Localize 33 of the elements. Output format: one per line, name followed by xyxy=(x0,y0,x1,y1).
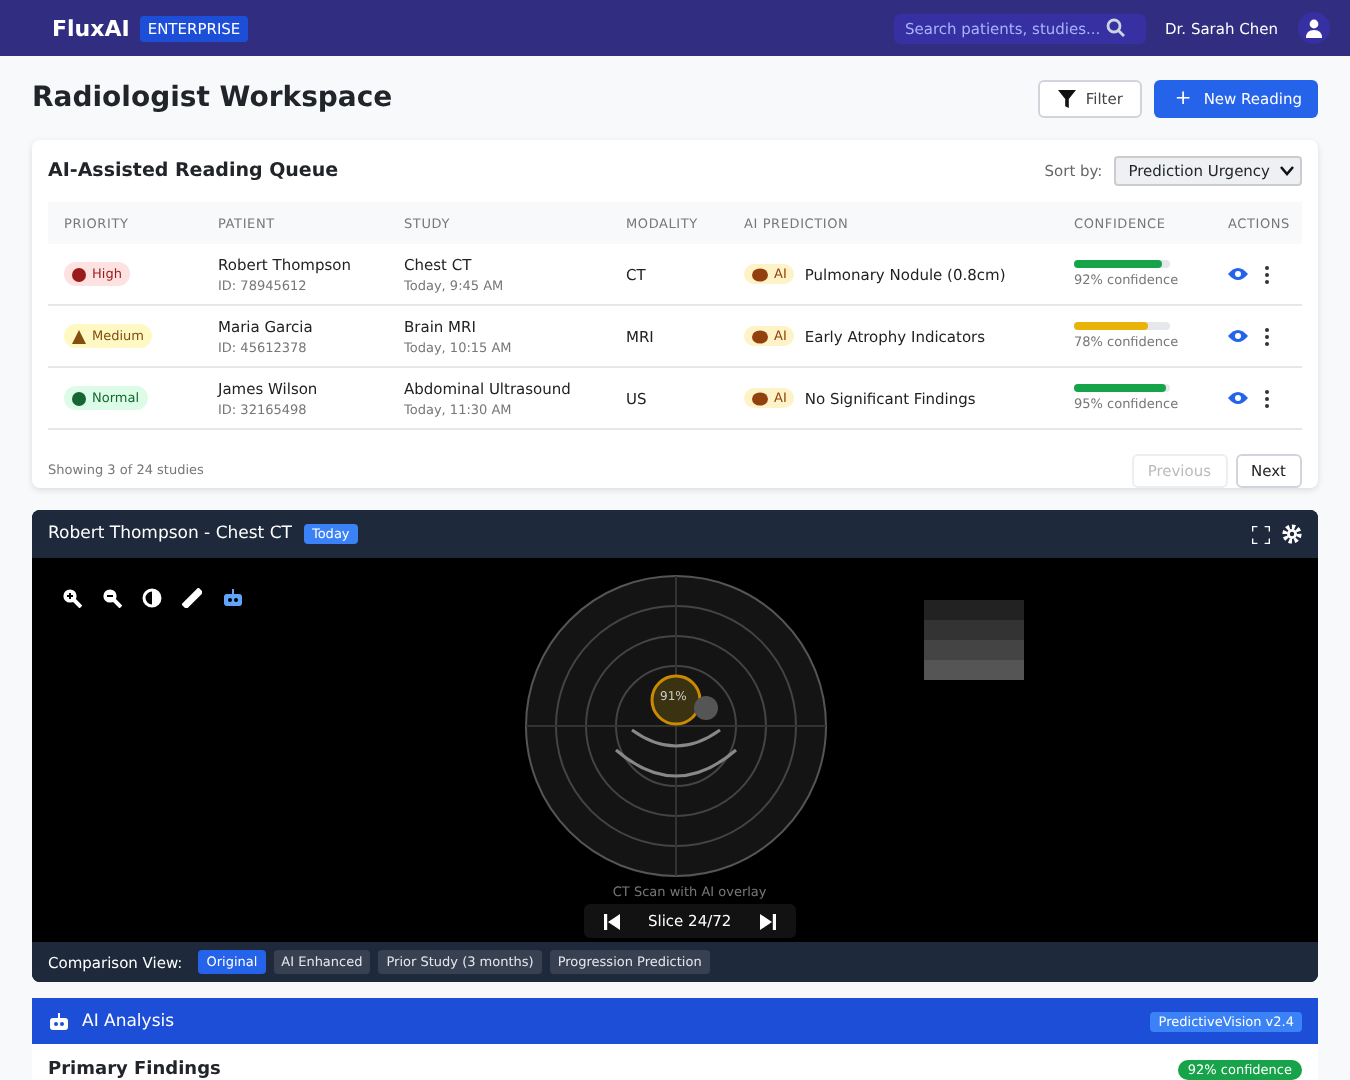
next-slice-icon[interactable] xyxy=(759,913,776,929)
priority-icon xyxy=(72,391,86,405)
view-icon[interactable] xyxy=(1228,390,1248,406)
priority-icon xyxy=(72,329,86,343)
more-icon[interactable] xyxy=(1264,389,1270,407)
confidence-bar xyxy=(1074,384,1170,392)
caret-icon xyxy=(1280,166,1294,176)
robot-icon[interactable] xyxy=(222,588,244,608)
section-title: Primary Findings xyxy=(48,1060,221,1080)
avatar-button[interactable] xyxy=(1298,12,1330,44)
contrast-icon[interactable] xyxy=(142,588,162,608)
previous-slice-icon[interactable] xyxy=(604,913,620,929)
more-icon[interactable] xyxy=(1264,265,1270,283)
search-icon xyxy=(1105,18,1126,38)
zoom-out-icon[interactable] xyxy=(102,588,122,608)
more-icon[interactable] xyxy=(1264,327,1270,345)
confidence-bar xyxy=(1074,260,1170,268)
analysis-title: AI Analysis xyxy=(82,1011,175,1031)
brand-logo: FluxAI xyxy=(52,15,130,41)
priority-icon xyxy=(72,267,86,281)
fullscreen-icon[interactable] xyxy=(1252,525,1270,543)
queue-title: AI-Assisted Reading Queue xyxy=(48,160,339,182)
settings-icon[interactable] xyxy=(1282,524,1302,544)
user-icon xyxy=(1304,18,1324,38)
page-title: Radiologist Workspace xyxy=(32,82,393,114)
zoom-in-icon[interactable] xyxy=(62,588,82,608)
view-icon[interactable] xyxy=(1228,328,1248,344)
ruler-icon[interactable] xyxy=(182,588,202,608)
view-icon[interactable] xyxy=(1228,266,1248,282)
robot-icon xyxy=(48,1011,70,1031)
filter-icon xyxy=(1057,89,1076,107)
confidence-bar xyxy=(1074,322,1170,330)
viewer-title: Robert Thompson - Chest CT xyxy=(48,524,292,544)
